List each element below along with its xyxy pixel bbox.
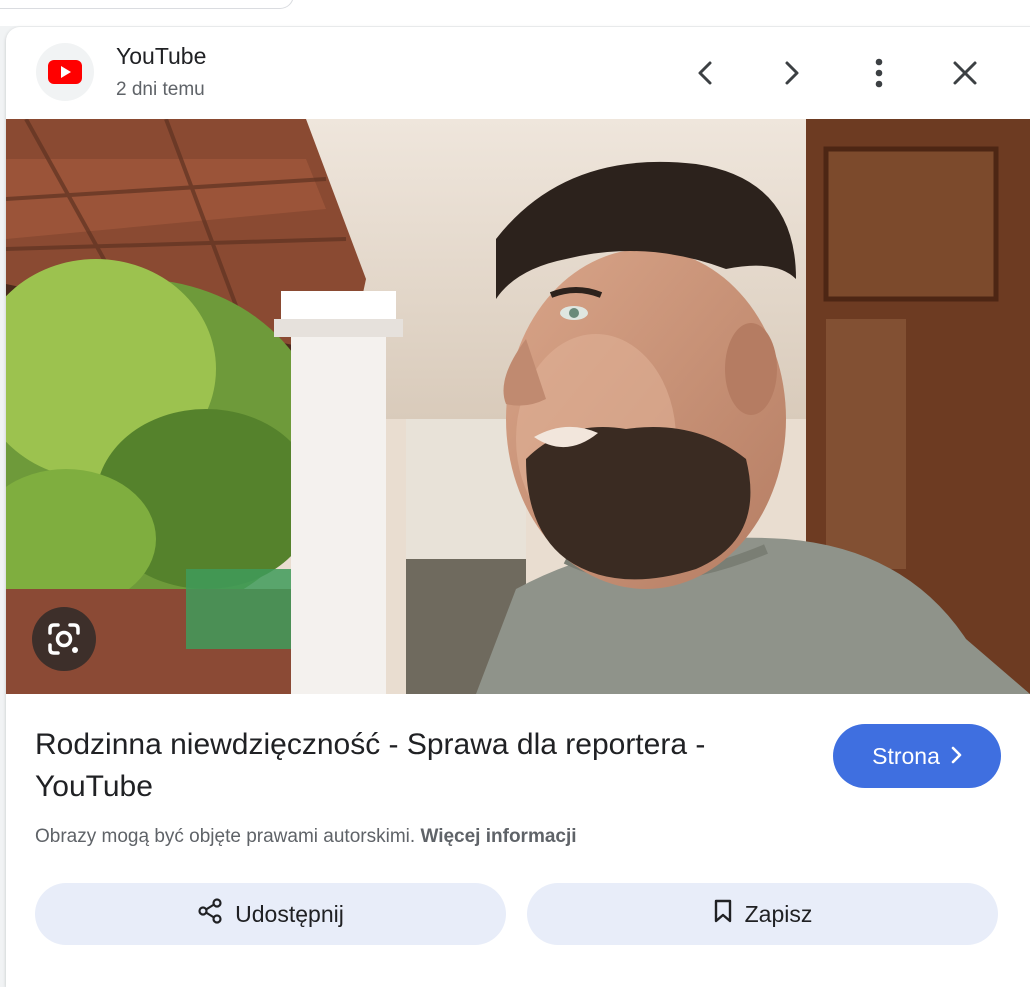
chevron-left-icon[interactable]: [683, 51, 727, 95]
more-info-link[interactable]: Więcej informacji: [420, 826, 576, 847]
visit-site-button[interactable]: Strona: [833, 724, 1001, 788]
source-time: 2 dni temu: [116, 79, 205, 100]
save-label: Zapisz: [744, 900, 813, 927]
google-lens-icon[interactable]: [32, 607, 96, 671]
chevron-right-icon[interactable]: [770, 51, 814, 95]
top-strip: [0, 0, 1030, 26]
visit-label: Strona: [872, 742, 940, 769]
source-name[interactable]: YouTube: [116, 43, 206, 70]
share-label: Udostępnij: [235, 900, 344, 927]
search-box-edge: [0, 0, 294, 9]
image-preview-panel: YouTube 2 dni temu Rodzinna niewdzięczno…: [6, 27, 1030, 987]
youtube-logo-icon[interactable]: [36, 43, 94, 101]
chevron-right-icon: [950, 743, 962, 770]
bookmark-icon: [713, 898, 733, 930]
share-button[interactable]: Udostępnij: [35, 883, 506, 945]
copyright-text: Obrazy mogą być objęte prawami autorskim…: [35, 826, 416, 847]
preview-header: YouTube 2 dni temu: [6, 27, 1030, 119]
result-title[interactable]: Rodzinna niewdzięczność - Sprawa dla rep…: [35, 724, 805, 808]
close-icon[interactable]: [943, 51, 987, 95]
more-vert-icon[interactable]: [857, 51, 901, 95]
share-icon: [197, 898, 223, 930]
preview-image[interactable]: [6, 119, 1030, 694]
copyright-notice: Obrazy mogą być objęte prawami autorskim…: [35, 826, 577, 848]
save-button[interactable]: Zapisz: [527, 883, 998, 945]
